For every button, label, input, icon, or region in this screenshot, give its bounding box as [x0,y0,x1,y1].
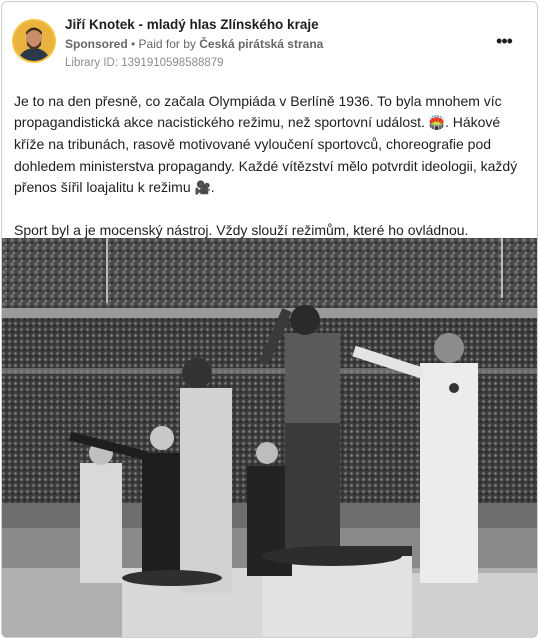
avatar-portrait-icon [14,21,54,61]
more-horizontal-icon: ••• [496,30,513,51]
post-photo[interactable] [2,238,537,637]
paid-for-label: Paid for by [138,37,200,51]
paragraph-1-part-c: . [210,178,215,195]
sponsored-label: Sponsored [65,37,128,51]
sponsor-line: Sponsored • Paid for by Česká pirátská s… [65,37,323,51]
post-text: Je to na den přesně, co začala Olympiáda… [14,91,524,262]
movie-camera-icon: 🎥 [194,180,211,196]
page-name[interactable]: Jiří Knotek - mladý hlas Zlínského kraje [65,17,319,32]
page-avatar[interactable] [14,21,54,61]
meta-separator: • [127,37,139,51]
ad-card: Jiří Knotek - mladý hlas Zlínského kraje… [1,1,538,638]
library-id: Library ID: 1391910598588879 [65,57,224,69]
more-options-button[interactable]: ••• [491,31,517,51]
post-header: Jiří Knotek - mladý hlas Zlínského kraje… [2,2,537,80]
post-paragraph-1: Je to na den přesně, co začala Olympiáda… [14,91,524,199]
stadium-icon: 🏟️ [428,116,445,132]
olympic-podium-photo-icon [2,238,537,637]
funder-link[interactable]: Česká pirátská strana [199,37,323,51]
